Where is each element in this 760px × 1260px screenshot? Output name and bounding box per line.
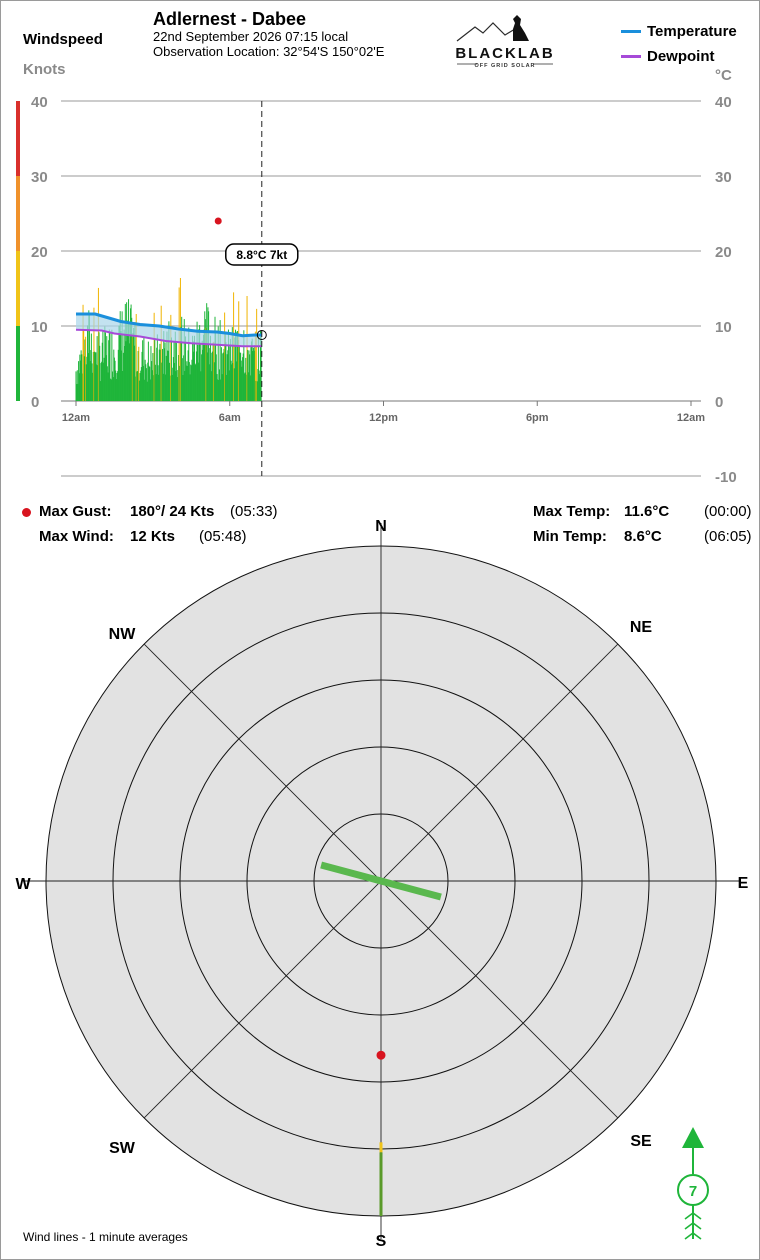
x-axis-tick-label: 12am — [62, 412, 90, 424]
footer-note: Wind lines - 1 minute averages — [23, 1230, 188, 1244]
right-axis-tick-label: 30 — [715, 169, 732, 186]
compass-label-n: N — [375, 518, 387, 535]
weather-panel: Windspeed Knots Adlernest - Dabee 22nd S… — [0, 0, 760, 1260]
right-axis-tick-label: 0 — [715, 394, 723, 411]
x-axis-tick-label: 12am — [677, 412, 705, 424]
right-axis-tick-label: 10 — [715, 319, 732, 336]
left-axis-tick-label: 40 — [31, 94, 48, 111]
right-axis-tick-label: -10 — [715, 469, 737, 486]
current-value-label: 8.8°C 7kt — [236, 248, 287, 262]
speed-band — [16, 176, 20, 251]
right-axis-tick-label: 20 — [715, 244, 732, 261]
time-series-chart: 40 30 20 10 0 -10 0 10 20 30 40 12am 6am 12pm 6pm 12am 8… — [16, 94, 737, 486]
x-axis-tick-label: 6pm — [526, 412, 549, 424]
compass-label-w: W — [15, 876, 31, 893]
left-axis-tick-label: 20 — [31, 244, 48, 261]
compass-label-e: E — [738, 875, 749, 892]
compass-label-se: SE — [630, 1133, 652, 1150]
max-gust-point — [214, 217, 222, 225]
compass-label-s: S — [376, 1233, 387, 1250]
left-axis-tick-label: 10 — [31, 319, 48, 336]
x-axis-tick-label: 6am — [219, 412, 241, 424]
wind-speed-value: 7 — [689, 1183, 697, 1200]
compass-label-ne: NE — [630, 619, 653, 636]
gust-direction-dot — [376, 1050, 386, 1060]
compass-label-nw: NW — [109, 626, 137, 643]
x-axis-tick-label: 12pm — [369, 412, 398, 424]
wind-arrow-head-icon — [682, 1127, 704, 1148]
speed-band — [16, 101, 20, 176]
wind-rose: N NE E SE S SW W NW 7 — [15, 518, 749, 1250]
left-axis-tick-label: 30 — [31, 169, 48, 186]
speed-band — [16, 326, 20, 401]
speed-band — [16, 251, 20, 326]
left-axis-tick-label: 0 — [31, 394, 39, 411]
right-axis-tick-label: 40 — [715, 94, 732, 111]
compass-label-sw: SW — [109, 1140, 136, 1157]
